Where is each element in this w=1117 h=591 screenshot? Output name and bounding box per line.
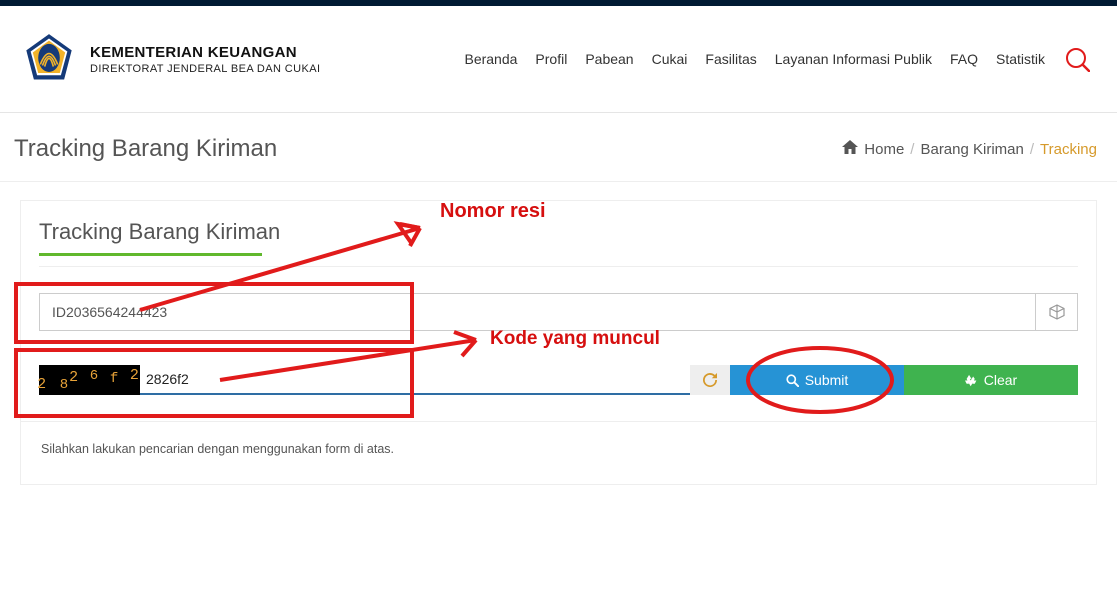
annotation-ellipse-submit [740,342,900,422]
org-title: KEMENTERIAN KEUANGAN [90,44,320,61]
search-button[interactable] [1063,45,1091,73]
ministry-logo-icon [22,32,76,86]
site-header: KEMENTERIAN KEUANGAN DIREKTORAT JENDERAL… [0,6,1117,113]
help-text: Silahkan lakukan pencarian dengan menggu… [39,422,1078,456]
search-icon [1064,46,1090,72]
nav-layanan[interactable]: Layanan Informasi Publik [775,51,932,67]
breadcrumb-active: Tracking [1040,141,1097,158]
breadcrumb: Home / Barang Kiriman / Tracking [842,140,1097,158]
nav-profil[interactable]: Profil [535,51,567,67]
breadcrumb-sep: / [910,141,914,158]
page-title: Tracking Barang Kiriman [14,135,277,163]
home-icon [842,140,858,158]
captcha-refresh-button[interactable] [690,365,730,395]
nav-statistik[interactable]: Statistik [996,51,1045,67]
clear-label: Clear [984,372,1017,388]
main-nav: Beranda Profil Pabean Cukai Fasilitas La… [464,45,1091,73]
annotation-arrow-kode [20,200,520,420]
nav-cukai[interactable]: Cukai [652,51,688,67]
breadcrumb-home[interactable]: Home [864,141,904,158]
breadcrumb-sep: / [1030,141,1034,158]
refresh-icon [703,373,717,387]
clear-button[interactable]: Clear [904,365,1078,395]
cube-icon [1049,304,1065,320]
recycle-icon [965,374,978,387]
org-subtitle: DIREKTORAT JENDERAL BEA DAN CUKAI [90,63,320,75]
nav-pabean[interactable]: Pabean [585,51,633,67]
breadcrumb-mid[interactable]: Barang Kiriman [920,141,1023,158]
logo-block: KEMENTERIAN KEUANGAN DIREKTORAT JENDERAL… [22,32,320,86]
title-bar: Tracking Barang Kiriman Home / Barang Ki… [0,113,1117,182]
nav-beranda[interactable]: Beranda [464,51,517,67]
nav-fasilitas[interactable]: Fasilitas [705,51,756,67]
nav-faq[interactable]: FAQ [950,51,978,67]
tracking-addon-button[interactable] [1036,293,1078,331]
